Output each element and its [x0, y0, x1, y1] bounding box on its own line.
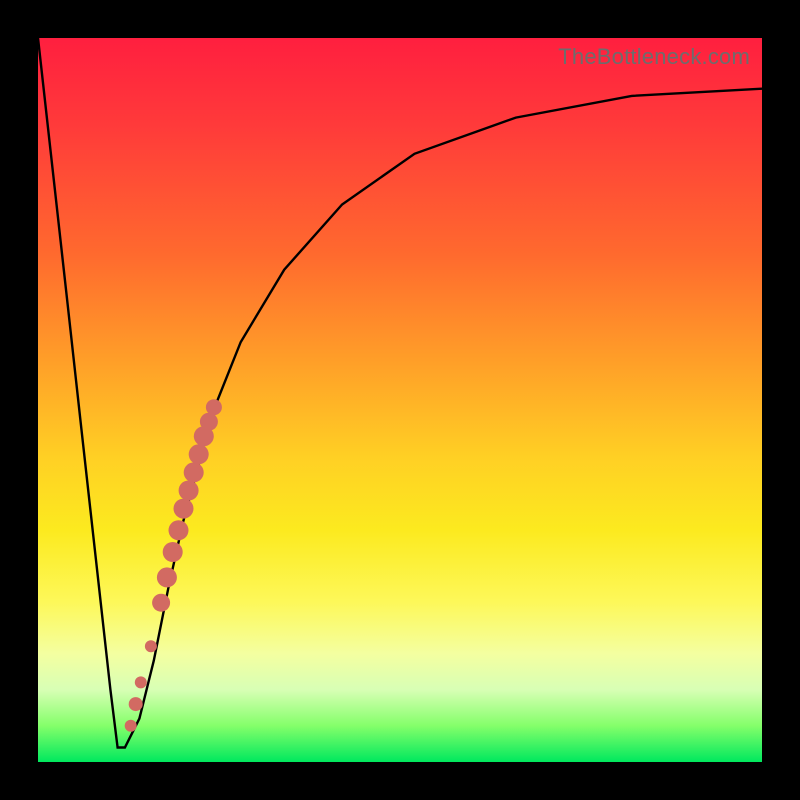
- highlight-dot: [163, 542, 183, 562]
- highlight-dot: [157, 567, 177, 587]
- highlight-dot: [206, 399, 222, 415]
- highlight-dot: [125, 720, 137, 732]
- highlight-dot: [145, 640, 157, 652]
- highlight-dot: [129, 697, 143, 711]
- bottleneck-curve-path: [38, 38, 762, 748]
- curve-layer: [38, 38, 762, 762]
- highlight-dot: [200, 413, 218, 431]
- highlight-dot: [184, 462, 204, 482]
- highlight-dot: [169, 520, 189, 540]
- highlight-dot: [152, 594, 170, 612]
- highlight-dot: [135, 676, 147, 688]
- highlight-dot: [189, 444, 209, 464]
- highlight-dot: [174, 499, 194, 519]
- plot-area: TheBottleneck.com: [38, 38, 762, 762]
- chart-frame: TheBottleneck.com: [0, 0, 800, 800]
- highlight-dot: [179, 481, 199, 501]
